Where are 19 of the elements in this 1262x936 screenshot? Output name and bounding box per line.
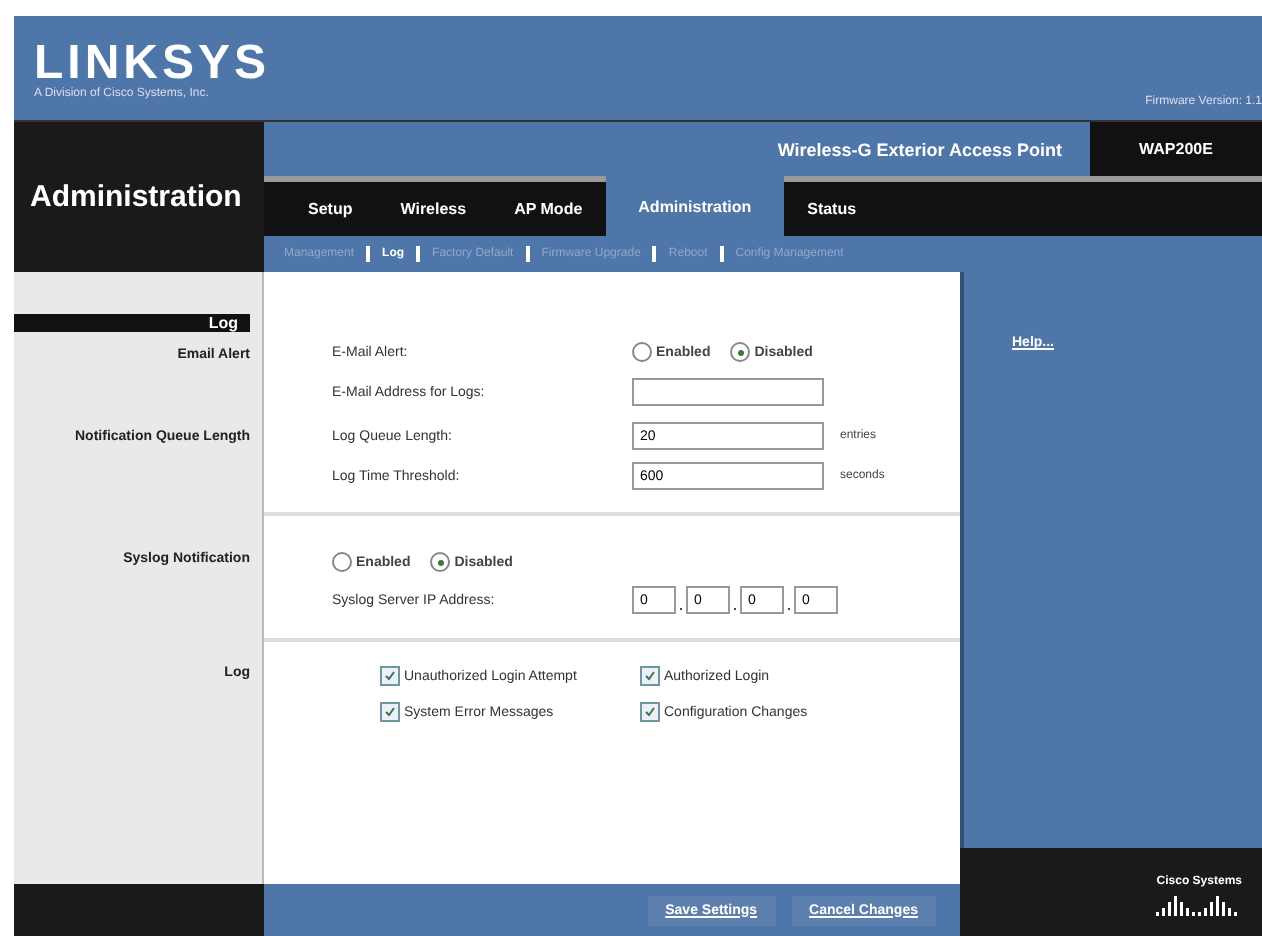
nav-tab[interactable]: Status bbox=[783, 182, 881, 236]
nav-tab[interactable]: Setup bbox=[284, 182, 377, 236]
nav-tab[interactable]: Administration bbox=[606, 176, 784, 236]
checkbox-icon[interactable] bbox=[640, 702, 660, 722]
email-input[interactable] bbox=[632, 378, 824, 406]
product-name: Wireless-G Exterior Access Point bbox=[264, 122, 1090, 176]
logo: LINKSYS bbox=[34, 40, 271, 88]
page-title: Administration bbox=[30, 180, 242, 214]
radio-icon[interactable] bbox=[632, 342, 652, 362]
radio-icon[interactable] bbox=[430, 552, 451, 572]
checkbox-icon[interactable] bbox=[640, 666, 660, 686]
checkbox-icon[interactable] bbox=[380, 702, 400, 722]
checkbox-icon[interactable] bbox=[380, 666, 400, 686]
nav-tab[interactable]: AP Mode bbox=[490, 182, 607, 236]
section-title: Log bbox=[208, 314, 238, 332]
radio-icon[interactable] bbox=[730, 342, 751, 362]
radio-icon[interactable] bbox=[332, 552, 352, 572]
model-name: WAP200E bbox=[1090, 122, 1262, 176]
nav-tab[interactable]: Wireless bbox=[376, 182, 491, 236]
